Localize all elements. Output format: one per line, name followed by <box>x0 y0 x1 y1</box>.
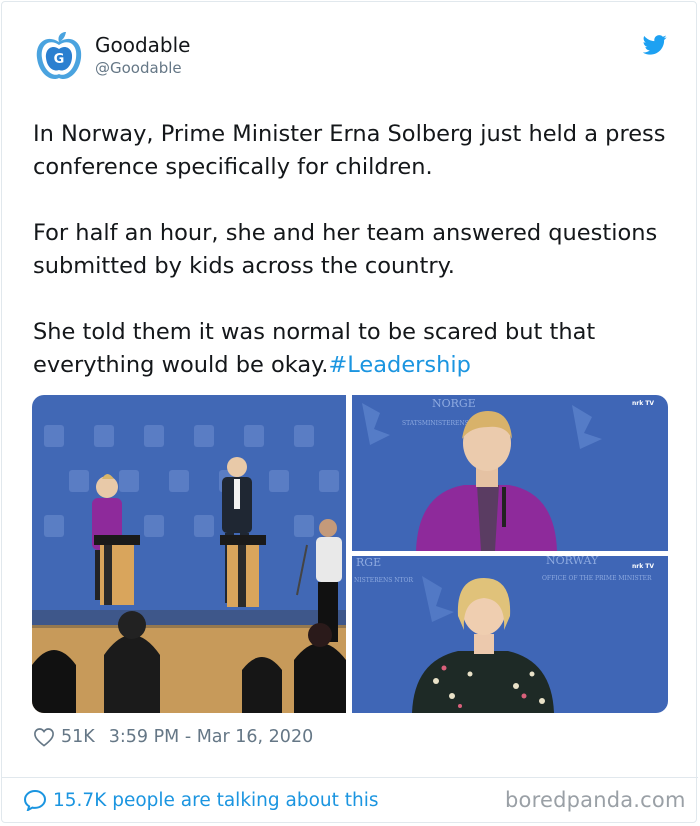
svg-text:RGE: RGE <box>356 556 381 569</box>
author-handle[interactable]: @Goodable <box>95 59 182 77</box>
conversation-link[interactable]: 15.7K people are talking about this <box>23 789 379 811</box>
svg-text:NORGE: NORGE <box>432 397 476 410</box>
twitter-bird-icon[interactable] <box>643 35 667 55</box>
tweet-paragraph-3: She told them it was normal to be scared… <box>33 316 673 382</box>
author-name[interactable]: Goodable <box>95 33 190 57</box>
svg-text:NORWAY: NORWAY <box>546 556 599 567</box>
talking-text[interactable]: 15.7K people are talking about this <box>53 790 379 811</box>
tweet-paragraph-2: For half an hour, she and her team answe… <box>33 220 658 279</box>
solberg-closeup-photo[interactable]: NORGE STATSMINISTERENS KONTOR nrk TV <box>352 395 668 551</box>
svg-text:nrk TV: nrk TV <box>632 400 654 407</box>
tweet-paragraph-3-text: She told them it was normal to be scared… <box>33 319 596 378</box>
press-conference-illustration <box>32 395 346 713</box>
minister-illustration: RGE NISTERENS NTOR NORWAY OFFICE OF THE … <box>352 556 668 713</box>
hashtag-link[interactable]: #Leadership <box>328 352 471 378</box>
solberg-illustration: NORGE STATSMINISTERENS KONTOR nrk TV <box>352 395 668 551</box>
svg-text:G: G <box>54 52 65 67</box>
svg-text:OFFICE OF THE PRIME MINISTER: OFFICE OF THE PRIME MINISTER <box>542 575 652 582</box>
heart-icon[interactable] <box>33 727 55 747</box>
tweet-timestamp[interactable]: 3:59 PM - Mar 16, 2020 <box>109 727 313 747</box>
speech-bubble-icon <box>23 789 47 811</box>
press-conference-photo[interactable] <box>32 395 346 713</box>
like-count[interactable]: 51K <box>61 727 95 747</box>
footer-divider <box>2 777 698 778</box>
svg-text:NISTERENS NTOR: NISTERENS NTOR <box>354 577 413 584</box>
tweet-meta: 51K 3:59 PM - Mar 16, 2020 <box>33 727 313 747</box>
minister-closeup-photo[interactable]: RGE NISTERENS NTOR NORWAY OFFICE OF THE … <box>352 556 668 713</box>
svg-text:nrk TV: nrk TV <box>632 563 654 570</box>
goodable-avatar-icon[interactable]: G <box>33 30 85 84</box>
tweet-text: In Norway, Prime Minister Erna Solberg j… <box>33 118 673 415</box>
boredpanda-watermark: boredpanda.com <box>505 788 686 812</box>
tweet-paragraph-1: In Norway, Prime Minister Erna Solberg j… <box>33 121 666 180</box>
